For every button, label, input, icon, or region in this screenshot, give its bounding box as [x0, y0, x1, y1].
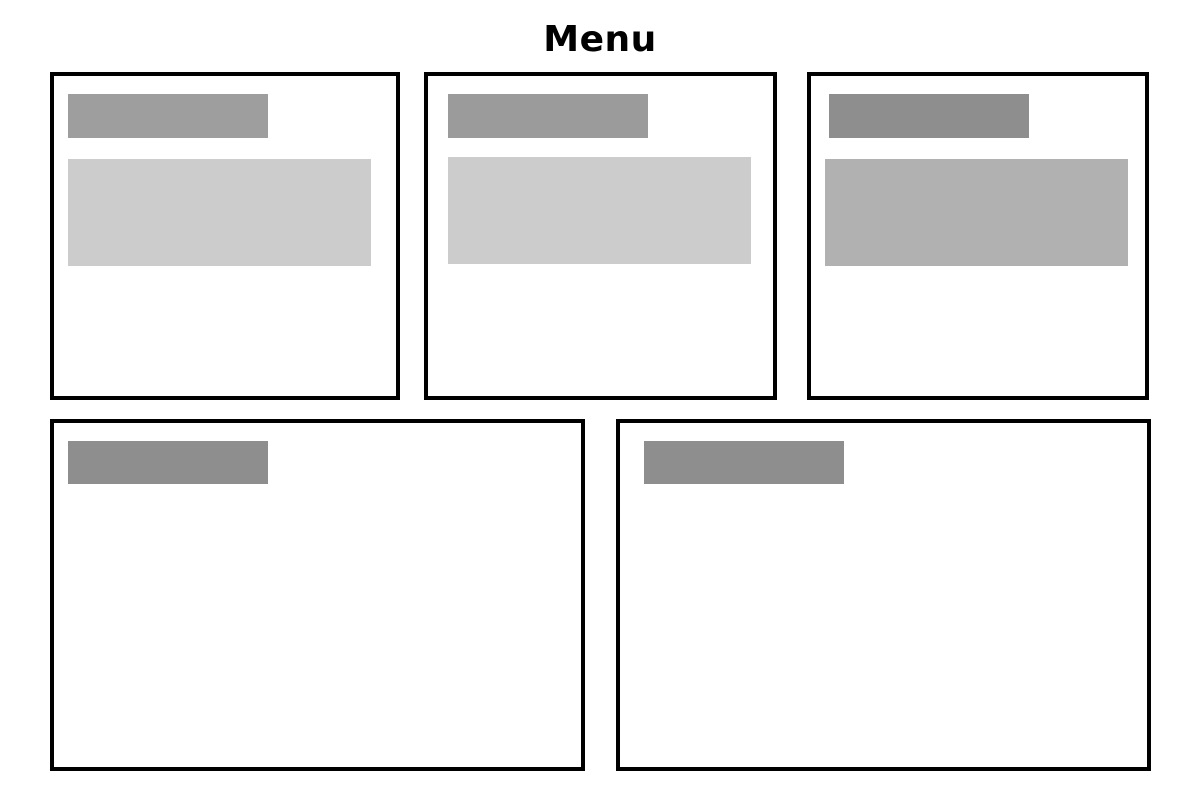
menu-panel-3[interactable] [807, 72, 1149, 400]
panel-header-placeholder [68, 441, 268, 484]
menu-panel-1[interactable] [50, 72, 400, 400]
menu-panel-4[interactable] [50, 419, 585, 771]
panel-content-placeholder [448, 157, 751, 264]
page-title: Menu [543, 19, 657, 60]
panel-header-placeholder [829, 94, 1029, 138]
panel-content-placeholder [68, 159, 371, 266]
panel-header-placeholder [448, 94, 648, 138]
menu-panel-5[interactable] [616, 419, 1151, 771]
panel-header-placeholder [68, 94, 268, 138]
menu-panel-2[interactable] [424, 72, 777, 400]
panel-header-placeholder [644, 441, 844, 484]
panel-content-placeholder [825, 159, 1128, 266]
